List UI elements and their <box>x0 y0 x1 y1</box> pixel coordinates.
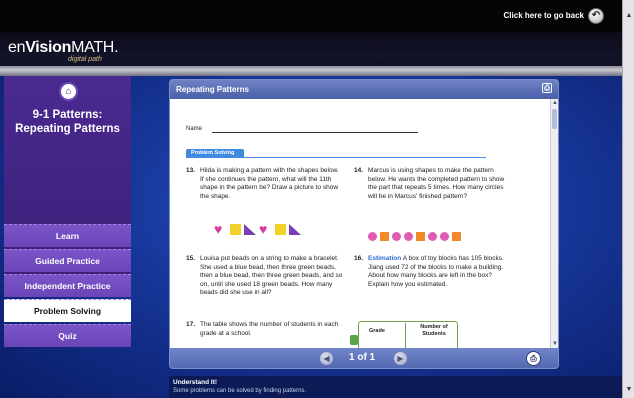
document-scrollbar[interactable]: ▲ ▼ <box>550 99 558 348</box>
window-scrollbar[interactable]: ▲ ▼ <box>622 0 634 398</box>
problem-13: 13. Hilda is making a pattern with the s… <box>186 167 339 200</box>
nav-quiz[interactable]: Quiz <box>4 324 131 347</box>
shape-pattern-14 <box>368 232 461 241</box>
circle-icon <box>368 232 377 241</box>
scroll-thumb[interactable] <box>552 109 557 129</box>
scroll-down-icon[interactable]: ▼ <box>624 386 634 396</box>
lesson-title: 9-1 Patterns: Repeating Patterns <box>15 109 120 135</box>
lesson-sidebar: ⌂ 9-1 Patterns: Repeating Patterns Learn… <box>4 76 131 347</box>
nav-problem-solving[interactable]: Problem Solving <box>4 299 131 322</box>
print-icon[interactable]: ⎙ <box>542 83 552 93</box>
next-page-icon[interactable]: ▶ <box>394 352 407 365</box>
scroll-down-icon[interactable]: ▼ <box>552 341 558 347</box>
page-indicator: 1 of 1 <box>349 352 376 363</box>
brand-subtitle: digital path <box>68 56 102 63</box>
nav-independent-practice[interactable]: Independent Practice <box>4 274 131 297</box>
panel-title-bar: Repeating Patterns ⎙ <box>170 80 558 99</box>
problem-14: 14. Marcus is using shapes to make the p… <box>354 167 505 200</box>
prev-page-icon[interactable]: ◀ <box>320 352 333 365</box>
section-divider <box>186 157 486 158</box>
circle-icon <box>440 232 449 241</box>
square-icon <box>452 232 461 241</box>
brand-logo: enVisionMATH. <box>8 39 119 56</box>
scroll-up-icon[interactable]: ▲ <box>552 100 558 106</box>
problem-16: 16. Estimation A box of toy blocks has 1… <box>354 255 504 288</box>
shape-pattern-13: ♥ ♥ <box>214 221 301 237</box>
table-divider <box>405 323 406 348</box>
heart-icon: ♥ <box>214 221 223 237</box>
problem-15: 15. Louisa put beads on a string to make… <box>186 255 343 296</box>
triangle-icon <box>244 223 256 235</box>
nav-learn[interactable]: Learn <box>4 224 131 247</box>
content-panel: Repeating Patterns ⎙ Name Problem Solvin… <box>169 79 559 369</box>
estimation-keyword: Estimation <box>368 255 402 262</box>
students-header: Number of Students <box>420 324 448 337</box>
square-icon <box>416 232 425 241</box>
circle-icon <box>428 232 437 241</box>
top-bar: Click here to go back ↶ <box>0 0 622 32</box>
square-icon <box>380 232 389 241</box>
header-divider <box>0 66 622 76</box>
circle-icon <box>392 232 401 241</box>
problem-17: 17. The table shows the number of studen… <box>186 321 339 337</box>
grade-header: Grade <box>369 328 385 334</box>
grade-table: Grade Number of Students <box>358 321 458 348</box>
heart-icon: ♥ <box>259 221 268 237</box>
go-back-link[interactable]: Click here to go back <box>504 11 584 20</box>
circle-icon <box>404 232 413 241</box>
understand-text: Some problems can be solved by finding p… <box>173 388 307 394</box>
nav-guided-practice[interactable]: Guided Practice <box>4 249 131 272</box>
scroll-up-icon[interactable]: ▲ <box>624 12 634 22</box>
name-line <box>212 132 418 133</box>
understand-panel: Understand It! Some problems can be solv… <box>169 376 622 398</box>
go-back-icon[interactable]: ↶ <box>588 8 604 24</box>
panel-title: Repeating Patterns <box>176 85 249 94</box>
home-icon[interactable]: ⌂ <box>59 82 78 101</box>
table-badge <box>350 335 358 345</box>
square-icon <box>275 223 286 235</box>
square-icon <box>230 223 241 235</box>
pager: ◀ 1 of 1 ▶ ⎙ <box>170 348 558 368</box>
print-button[interactable]: ⎙ <box>526 351 541 366</box>
understand-title: Understand It! <box>173 379 218 386</box>
worksheet-document: Name Problem Solving 13. Hilda is making… <box>170 99 550 348</box>
triangle-icon <box>289 223 301 235</box>
name-label: Name <box>186 126 203 132</box>
